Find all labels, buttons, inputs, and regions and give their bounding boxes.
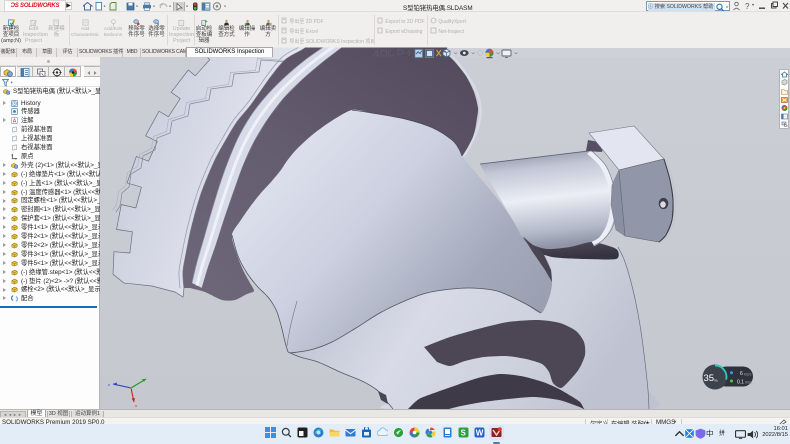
svg-text:KB/s: KB/s [745, 381, 753, 385]
svg-text:A: A [13, 119, 17, 125]
svg-text:0.1: 0.1 [737, 380, 744, 386]
svg-text:?: ? [745, 2, 750, 11]
svg-text:%: % [714, 378, 718, 383]
svg-text:•: • [153, 4, 155, 10]
svg-text:•: • [186, 4, 188, 10]
svg-text:KB/s: KB/s [744, 372, 752, 376]
svg-text:•: • [104, 4, 106, 10]
svg-text:S: S [461, 429, 467, 438]
svg-text:6: 6 [740, 371, 743, 377]
svg-text:•: • [169, 4, 171, 10]
svg-text:W: W [476, 429, 484, 438]
svg-text:•: • [224, 4, 226, 10]
svg-text:x: x [135, 403, 137, 408]
svg-text:z: z [108, 382, 110, 387]
svg-text:•: • [136, 4, 138, 10]
svg-text:•: • [752, 3, 754, 9]
svg-text:35: 35 [704, 373, 715, 384]
